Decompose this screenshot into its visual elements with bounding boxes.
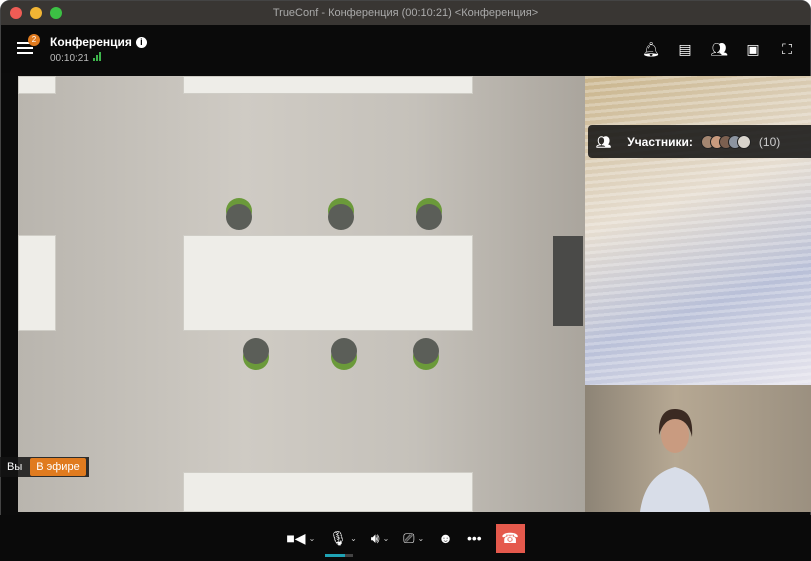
share-screen-icon: ⎚ — [403, 530, 414, 547]
more-button[interactable]: ••• — [467, 530, 482, 546]
call-controls: ■◀⌄ 🎙︎⌄ 🔊︎⌄ ⎚⌄ ☻ ••• ☎︎ — [0, 515, 811, 561]
hang-up-button[interactable]: ☎︎ — [496, 524, 525, 553]
microphone-icon: 🎙︎ — [329, 530, 347, 547]
chevron-down-icon[interactable]: ⌄ — [350, 534, 357, 543]
menu-badge: 2 — [28, 34, 40, 46]
close-window-button[interactable] — [10, 7, 22, 19]
signal-icon — [93, 52, 101, 61]
participants-icon: 👥︎ — [596, 135, 611, 149]
more-icon: ••• — [467, 530, 482, 546]
title-bar: TrueConf - Конференция (00:10:21) <Конфе… — [1, 1, 810, 25]
fullscreen-icon[interactable]: ⛶ — [778, 40, 796, 58]
call-duration: 00:10:21 — [50, 53, 89, 64]
camera-button[interactable]: ■◀ ⌄ — [286, 530, 315, 547]
main-video — [18, 76, 585, 512]
participant-avatars — [701, 135, 751, 149]
content-share-icon[interactable]: ▣ — [744, 40, 762, 58]
you-label: Вы — [7, 461, 22, 473]
phone-hangup-icon: ☎︎ — [501, 530, 518, 547]
conference-name: Конференция — [50, 35, 132, 49]
speaker-button[interactable]: 🔊︎⌄ — [371, 530, 390, 547]
conference-header: 2 Конференция i 00:10:21 🔔︎ ▤ 👥︎ ▣ ⛶ — [1, 25, 810, 73]
chevron-down-icon[interactable]: ⌄ — [383, 534, 390, 543]
share-screen-button[interactable]: ⎚⌄ — [403, 530, 424, 547]
participants-label: Участники: — [627, 135, 693, 149]
self-status: Вы В эфире — [0, 457, 89, 477]
camera-icon: ■◀ — [286, 530, 305, 547]
participants-count: (10) — [759, 135, 780, 149]
window-title: TrueConf - Конференция (00:10:21) <Конфе… — [273, 7, 538, 19]
self-view-person — [640, 395, 710, 512]
reactions-button[interactable]: ☻ — [438, 530, 453, 546]
minimize-window-button[interactable] — [30, 7, 42, 19]
participants-panel[interactable]: 👥︎ Участники: (10) — [588, 125, 811, 158]
live-badge: В эфире — [30, 458, 85, 476]
speaker-icon: 🔊︎ — [371, 530, 380, 547]
chevron-down-icon[interactable]: ⌄ — [418, 534, 425, 543]
info-icon[interactable]: i — [136, 37, 147, 48]
maximize-window-button[interactable] — [50, 7, 62, 19]
chat-icon[interactable]: ▤ — [676, 40, 694, 58]
chevron-down-icon[interactable]: ⌄ — [309, 534, 316, 543]
bell-icon[interactable]: 🔔︎ — [642, 40, 660, 58]
smiley-add-icon: ☻ — [438, 530, 453, 546]
microphone-button[interactable]: 🎙︎⌄ — [329, 530, 356, 547]
participants-icon[interactable]: 👥︎ — [710, 40, 728, 58]
office-window — [585, 76, 811, 386]
mic-level-bar — [325, 554, 353, 557]
